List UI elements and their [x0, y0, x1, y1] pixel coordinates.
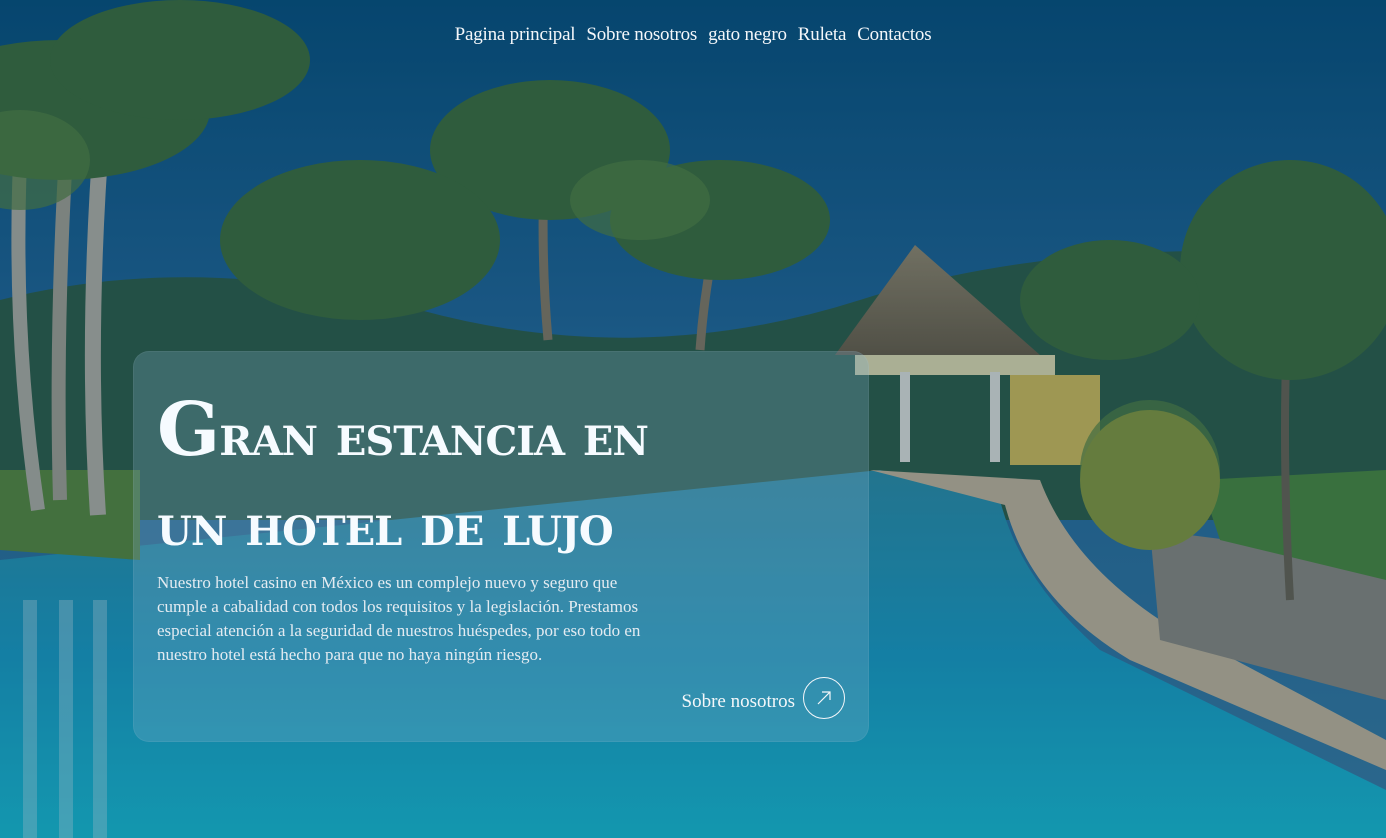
hero-title-line1: ran estancia en	[219, 402, 649, 469]
hero-title: Gran estancia en un hotel de lujo	[157, 385, 857, 571]
hero-title-line2: un hotel de lujo	[157, 492, 614, 559]
nav-item-gato-negro[interactable]: gato negro	[708, 24, 787, 46]
hero-title-initial: G	[157, 387, 220, 473]
main-nav: Pagina principal Sobre nosotros gato neg…	[0, 24, 1386, 46]
about-us-link[interactable]: Sobre nosotros	[682, 677, 845, 719]
nav-item-ruleta[interactable]: Ruleta	[798, 24, 847, 46]
hero-description: Nuestro hotel casino en México es un com…	[157, 573, 641, 664]
hero-card: Gran estancia en un hotel de lujo Nuestro…	[133, 351, 869, 742]
nav-item-pagina-principal[interactable]: Pagina principal	[455, 24, 576, 46]
about-us-link-label: Sobre nosotros	[681, 691, 795, 712]
hero-section: Pagina principal Sobre nosotros gato neg…	[0, 0, 1386, 838]
arrow-up-right-icon[interactable]	[803, 677, 845, 719]
nav-item-sobre-nosotros[interactable]: Sobre nosotros	[586, 24, 697, 46]
nav-item-contactos[interactable]: Contactos	[857, 24, 931, 46]
